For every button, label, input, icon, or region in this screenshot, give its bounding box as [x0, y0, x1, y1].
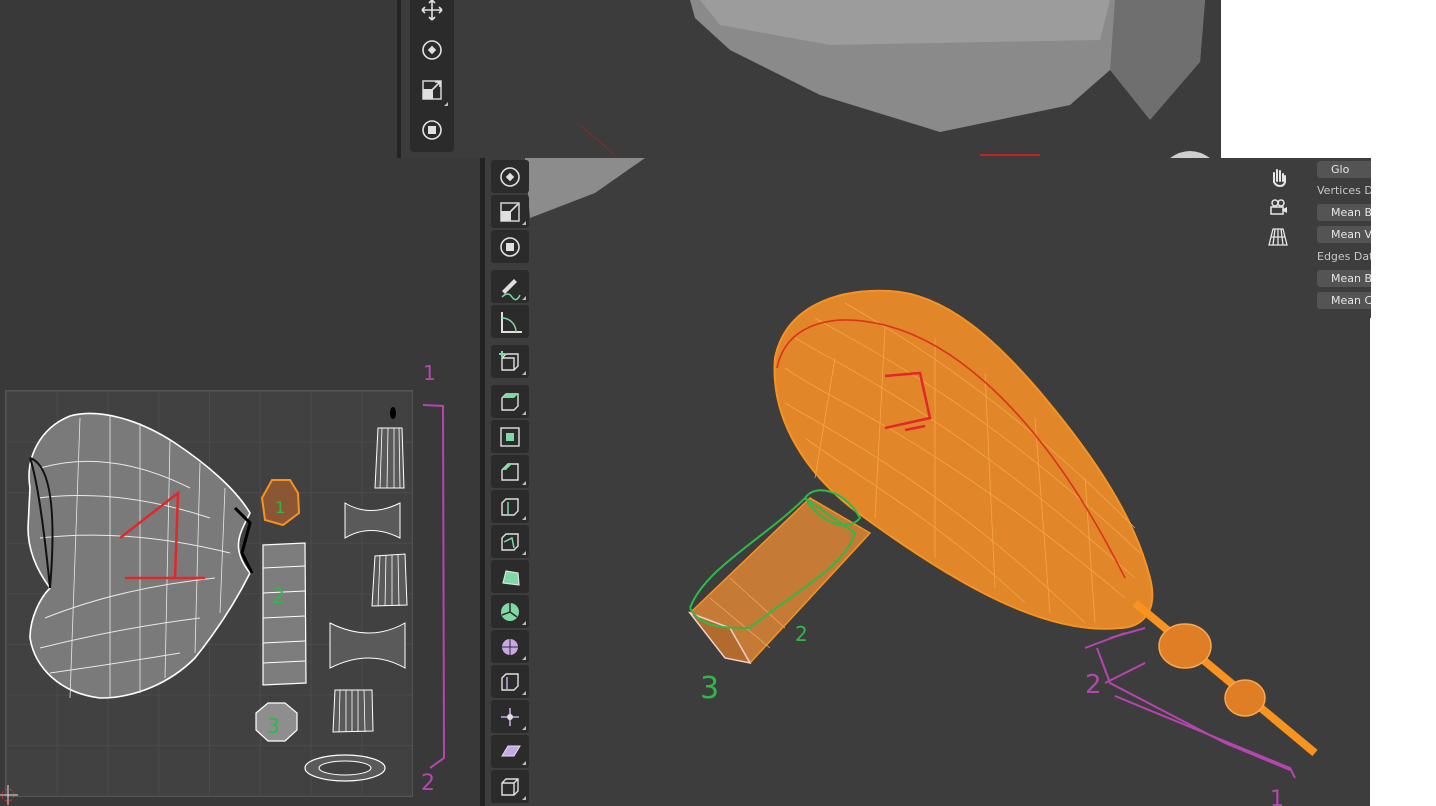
loop-cut-tool-button[interactable] — [491, 490, 529, 523]
transform-tool-button[interactable] — [414, 112, 450, 148]
bevel-icon — [501, 463, 519, 481]
hair-dryer-body — [773, 289, 1154, 630]
perspective-grid-icon — [1268, 228, 1288, 246]
uv-island-2: 2 — [262, 542, 307, 686]
shaft-label-1: 1 — [1270, 787, 1284, 806]
edges-mean-crease-button[interactable]: Mean C — [1317, 292, 1371, 309]
vertices-mean-bevel-button[interactable]: Mean B — [1317, 204, 1371, 221]
global-button[interactable]: Glo — [1317, 161, 1371, 178]
move-tool-button[interactable] — [414, 0, 450, 28]
edges-mean-bevel-button[interactable]: Mean B — [1317, 270, 1371, 287]
smooth-tool-button[interactable] — [491, 630, 529, 663]
hair-dryer-handle: 2 3 — [687, 489, 872, 706]
rip-region-icon — [501, 778, 519, 796]
extrude-tool-button[interactable] — [491, 385, 529, 418]
camera-view-button[interactable] — [1263, 193, 1293, 221]
edges-data-label: Edges Dat — [1317, 250, 1371, 263]
rotate-tool-button[interactable] — [491, 160, 529, 193]
scale-tool-button[interactable] — [491, 195, 529, 228]
hair-dryer-shaft: 2 1 — [1084, 599, 1318, 806]
camera-view-icon — [1270, 199, 1287, 215]
uv-islands: 1 2 3 1 2 — [0, 361, 446, 805]
rotate-icon — [500, 167, 520, 187]
transform-icon — [422, 120, 442, 140]
poly-build-icon — [502, 570, 520, 586]
scale-tool-button[interactable] — [414, 72, 450, 108]
knife-tool-button[interactable] — [491, 525, 529, 558]
rotate-icon — [422, 40, 442, 60]
perspective-toggle-button[interactable] — [1263, 223, 1293, 251]
smooth-icon — [502, 639, 518, 655]
uv-label-2: 2 — [272, 584, 285, 608]
top-toolbar — [410, 0, 454, 152]
transform-tool-button[interactable] — [491, 230, 529, 263]
extrude-region-icon — [501, 393, 519, 411]
scale-icon — [422, 80, 442, 100]
shear-icon — [501, 745, 521, 757]
main-3d-viewport[interactable]: 2 3 2 1 — [485, 158, 1370, 806]
uv-island-shaft — [304, 407, 408, 782]
top-left-panel — [0, 0, 397, 158]
uv-bracket-label-bottom: 2 — [421, 771, 435, 796]
loop-cut-icon — [501, 498, 519, 516]
edge-slide-tool-button[interactable] — [491, 665, 529, 698]
transform-icon — [500, 237, 520, 257]
hand-pan-icon — [1273, 169, 1286, 188]
move-icon — [421, 0, 443, 21]
shrink-fatten-icon — [501, 708, 519, 726]
inset-faces-icon — [500, 427, 520, 447]
uv-label-3: 3 — [267, 714, 280, 738]
empty-margin — [1371, 158, 1436, 806]
annotate-tool-button[interactable] — [491, 270, 529, 303]
vertices-data-label: Vertices D — [1317, 184, 1371, 197]
add-cube-tool-button[interactable] — [491, 345, 529, 378]
rip-region-tool-button[interactable] — [491, 770, 529, 803]
uv-bracket — [422, 404, 446, 769]
uv-island-3: 3 — [255, 702, 298, 742]
model-label-3: 3 — [700, 671, 719, 706]
uv-label-1: 1 — [275, 498, 285, 517]
vertices-mean-weight-button[interactable]: Mean V — [1317, 226, 1371, 243]
2d-cursor-icon — [0, 785, 18, 805]
knife-icon — [501, 533, 519, 551]
model-label-2: 2 — [795, 622, 808, 646]
measure-icon — [501, 312, 522, 333]
scale-icon — [500, 202, 520, 222]
spin-icon — [501, 603, 519, 621]
poly-build-tool-button[interactable] — [491, 560, 529, 593]
add-cube-icon — [499, 351, 519, 371]
background-mesh — [525, 158, 645, 218]
rotate-tool-button[interactable] — [414, 32, 450, 68]
sidebar-panel: Glo Vertices D Mean B Mean V Edges Dat M… — [1310, 158, 1371, 318]
pan-view-button[interactable] — [1263, 162, 1293, 190]
uv-island-1: 1 — [260, 479, 301, 527]
area-divider[interactable] — [397, 0, 401, 158]
uv-island-body — [27, 412, 254, 699]
bevel-tool-button[interactable] — [491, 455, 529, 488]
shear-tool-button[interactable] — [491, 735, 529, 768]
measure-tool-button[interactable] — [491, 305, 529, 338]
edge-slide-icon — [501, 673, 519, 691]
spin-tool-button[interactable] — [491, 595, 529, 628]
shaft-label-2: 2 — [1085, 670, 1102, 700]
inset-tool-button[interactable] — [491, 420, 529, 453]
main-toolbar — [491, 160, 531, 804]
model-view: 2 3 2 1 — [525, 158, 1318, 806]
uv-bracket-label-top: 1 — [423, 361, 436, 385]
shrink-fatten-tool-button[interactable] — [491, 700, 529, 733]
annotate-icon — [501, 279, 521, 301]
